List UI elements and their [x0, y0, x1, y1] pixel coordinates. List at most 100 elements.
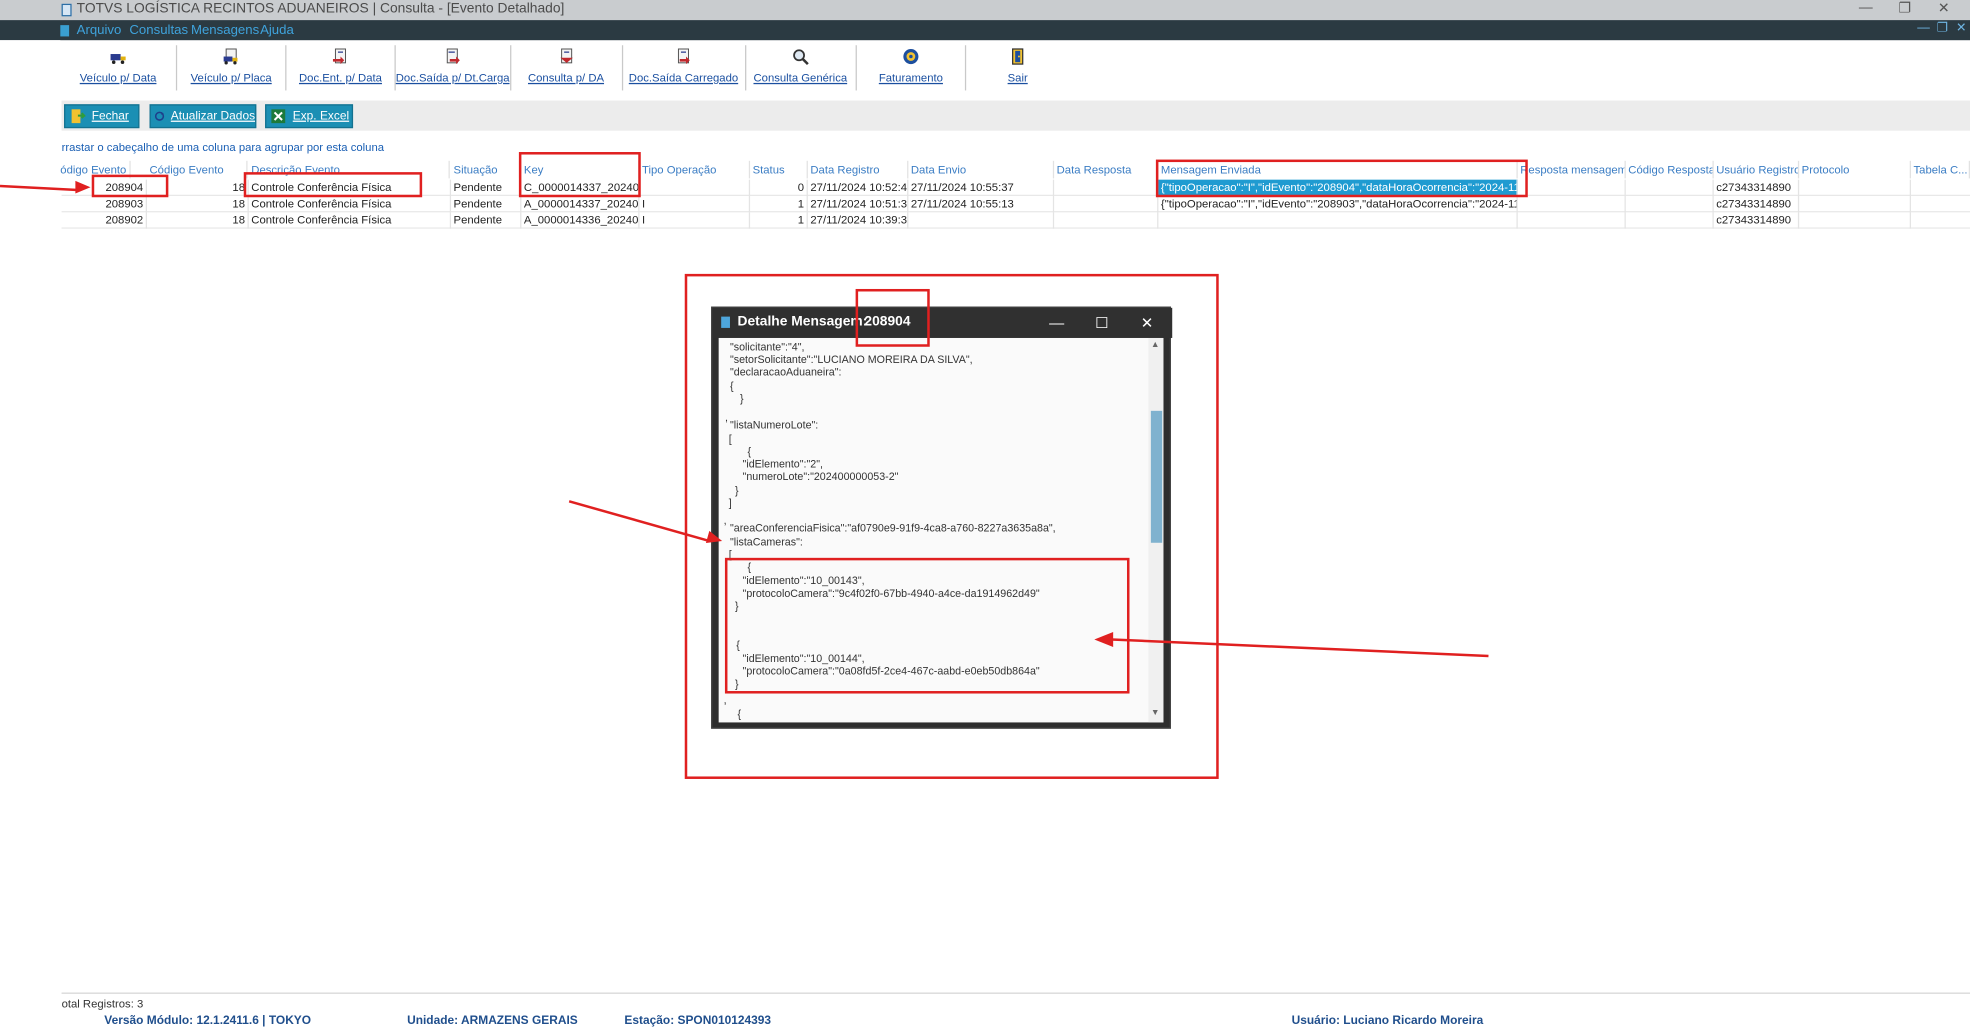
document-entry-icon: [332, 48, 347, 65]
cell-response-date[interactable]: [1054, 179, 1159, 196]
close-icon[interactable]: ✕: [1929, 0, 1959, 16]
table-row[interactable]: 208903 18 Controle Conferência Física Pe…: [61, 195, 1970, 213]
column-header-registered-date[interactable]: Data Registro: [808, 160, 909, 179]
status-bar: Versão Módulo: 12.1.2411.6 | TOKYO Unida…: [61, 1011, 1970, 1027]
restore-icon[interactable]: ❐: [1890, 0, 1920, 16]
cell-response-date[interactable]: [1054, 195, 1159, 213]
cell-protocol[interactable]: [1799, 179, 1911, 196]
mdi-close-icon[interactable]: ✕: [1952, 21, 1970, 35]
unit-info: Unidade: ARMAZENS GERAIS: [407, 1013, 578, 1027]
annotation-box-event-id: [91, 174, 169, 198]
cell-protocol[interactable]: [1799, 195, 1911, 213]
column-header-reply-code[interactable]: Código Resposta: [1626, 160, 1714, 179]
cell-reply-message[interactable]: [1518, 179, 1626, 196]
screenshot-stage: TOTVS LOGÍSTICA RECINTOS ADUANEIROS | Co…: [0, 0, 1970, 1027]
toolbar-vehicle-by-plate-button[interactable]: Veículo p/ Placa: [177, 43, 285, 96]
cell-registered-date[interactable]: 27/11/2024 10:51:3: [808, 195, 909, 213]
toolbar-generic-query-button[interactable]: Consulta Genérica: [746, 43, 854, 96]
column-header-situation[interactable]: Situação: [451, 160, 521, 179]
window-title: TOTVS LOGÍSTICA RECINTOS ADUANEIROS | Co…: [76, 1, 565, 17]
toolbar-exit-button[interactable]: Sair: [966, 43, 1069, 96]
column-header-reply-message[interactable]: Resposta mensagem: [1518, 160, 1626, 179]
cell-sent-date[interactable]: 27/11/2024 10:55:13: [908, 195, 1055, 213]
cell-event-code[interactable]: 18: [147, 212, 249, 229]
cell-user[interactable]: c27343314890: [1714, 212, 1800, 229]
cell-situation[interactable]: Pendente: [451, 212, 522, 229]
toolbar-doc-exit-loaded-label: Doc.Saída Carregado: [628, 71, 739, 85]
annotation-box-camera-list: [724, 557, 1130, 694]
annotation-arrow-head: [1094, 631, 1114, 648]
menu-mensagens[interactable]: Mensagens: [191, 23, 259, 38]
cell-key[interactable]: A_0000014336_20240: [521, 212, 640, 229]
column-header-protocol[interactable]: Protocolo: [1799, 160, 1911, 179]
cell-key[interactable]: A_0000014337_20240: [521, 195, 640, 213]
refresh-icon: [154, 111, 165, 121]
cell-reply-message[interactable]: [1518, 212, 1626, 229]
group-by-hint: rrastar o cabeçalho de uma coluna para a…: [61, 140, 385, 154]
toolbar-billing-button[interactable]: Faturamento: [857, 43, 965, 96]
cell-operation-type[interactable]: I: [640, 195, 751, 213]
cell-sent-message[interactable]: {"tipoOperacao":"I","idEvento":"208903",…: [1158, 195, 1518, 213]
toolbar-doc-exit-loaded-button[interactable]: Doc.Saída Carregado: [623, 43, 744, 96]
cell-reply-code[interactable]: [1626, 212, 1714, 229]
cell-event-id[interactable]: 208902: [58, 212, 147, 229]
cell-user[interactable]: c27343314890: [1714, 179, 1800, 196]
cell-user[interactable]: c27343314890: [1714, 195, 1800, 213]
cell-registered-date[interactable]: 27/11/2024 10:52:4: [808, 179, 909, 196]
column-header-status[interactable]: Status: [750, 160, 808, 179]
cell-operation-type[interactable]: [640, 179, 751, 196]
total-records: otal Registros: 3: [61, 997, 144, 1011]
toolbar-vehicle-by-date-button[interactable]: Veículo p/ Data: [62, 43, 175, 96]
cell-status[interactable]: 1: [750, 195, 808, 213]
cell-sent-date[interactable]: [908, 212, 1055, 229]
mdi-minimize-icon[interactable]: —: [1915, 21, 1933, 35]
app-icon: [61, 3, 72, 17]
toolbar-vehicle-by-plate-label: Veículo p/ Placa: [190, 71, 272, 85]
column-header-sent-date[interactable]: Data Envio: [908, 160, 1055, 179]
cell-response-date[interactable]: [1054, 212, 1159, 229]
cell-description[interactable]: Controle Conferência Física: [249, 212, 452, 229]
toolbar-doc-exit-date-button[interactable]: Doc.Saída p/ Dt.Carga: [396, 43, 510, 96]
toolbar-doc-entry-button[interactable]: Doc.Ent. p/ Data: [286, 43, 394, 96]
cell-situation[interactable]: Pendente: [451, 179, 522, 196]
table-row[interactable]: 208902 18 Controle Conferência Física Pe…: [61, 212, 1970, 229]
cell-event-id[interactable]: 208903: [58, 195, 147, 213]
cell-sent-message[interactable]: [1158, 212, 1518, 229]
cell-reply-code[interactable]: [1626, 179, 1714, 196]
column-header-operation-type[interactable]: Tipo Operação: [640, 160, 751, 179]
cell-event-code[interactable]: 18: [147, 195, 249, 213]
module-version: Versão Módulo: 12.1.2411.6 | TOKYO: [104, 1013, 312, 1027]
cell-status[interactable]: 1: [750, 212, 808, 229]
cell-status[interactable]: 0: [750, 179, 808, 196]
toolbar-billing-label: Faturamento: [878, 71, 943, 85]
menu-consultas[interactable]: Consultas: [129, 23, 188, 38]
magnifier-icon: [793, 49, 809, 65]
refresh-data-button[interactable]: Atualizar Dados: [149, 104, 257, 129]
cell-reply-message[interactable]: [1518, 195, 1626, 213]
menu-ajuda[interactable]: Ajuda: [260, 23, 294, 38]
toolbar-doc-entry-label: Doc.Ent. p/ Data: [298, 71, 382, 85]
toolbar-vehicle-by-date-label: Veículo p/ Data: [79, 71, 157, 85]
export-excel-button[interactable]: Exp. Excel: [265, 104, 354, 129]
minimize-icon[interactable]: —: [1851, 0, 1881, 15]
user-info: Usuário: Luciano Ricardo Moreira: [1291, 1013, 1484, 1027]
cell-protocol[interactable]: [1799, 212, 1911, 229]
application-window: TOTVS LOGÍSTICA RECINTOS ADUANEIROS | Co…: [0, 0, 1970, 1027]
cell-operation-type[interactable]: I: [640, 212, 751, 229]
mdi-restore-icon[interactable]: ❐: [1934, 21, 1952, 35]
cell-reply-code[interactable]: [1626, 195, 1714, 213]
close-button[interactable]: Fechar: [64, 104, 140, 129]
cell-registered-date[interactable]: 27/11/2024 10:39:3: [808, 212, 909, 229]
truck-plate-icon: [223, 48, 238, 65]
cell-sent-date[interactable]: 27/11/2024 10:55:37: [908, 179, 1055, 196]
column-header-user[interactable]: Usuário Registro: [1714, 160, 1800, 179]
column-header-table[interactable]: Tabela C...: [1911, 160, 1970, 179]
cell-situation[interactable]: Pendente: [451, 195, 522, 213]
billing-icon: [903, 48, 919, 65]
toolbar-query-da-button[interactable]: Consulta p/ DA: [511, 43, 620, 96]
truck-calendar-icon: [110, 54, 126, 64]
toolbar-query-da-label: Consulta p/ DA: [527, 71, 605, 85]
column-header-response-date[interactable]: Data Resposta: [1054, 160, 1159, 179]
menu-arquivo[interactable]: Arquivo: [77, 23, 122, 38]
cell-description[interactable]: Controle Conferência Física: [249, 195, 452, 213]
